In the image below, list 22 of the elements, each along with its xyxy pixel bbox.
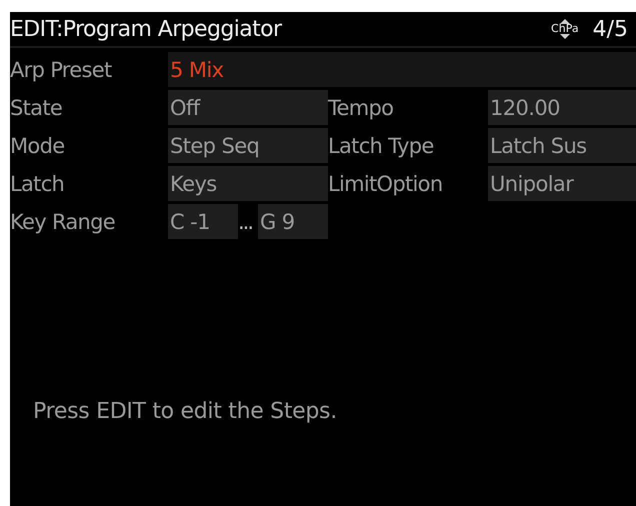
parameter-label: Latch Type [328, 132, 435, 160]
parameter-label: State [10, 94, 64, 122]
parameter-value[interactable]: Latch Sus [488, 128, 636, 163]
parameter-label: Mode [10, 132, 66, 160]
hint-text: Press EDIT to edit the Steps. [33, 399, 338, 424]
parameter-label: LimitOption [328, 170, 444, 198]
parameter-label: Tempo [328, 94, 394, 122]
page-nav-indicator: ChPa [551, 19, 579, 39]
parameter-value[interactable]: C -1 [168, 204, 238, 239]
parameter-value[interactable]: Keys [168, 166, 328, 201]
parameter-value[interactable]: 120.00 [488, 90, 636, 125]
page-number: 4/5 [592, 16, 628, 42]
screen-title: EDIT:Program Arpeggiator [10, 16, 283, 42]
parameter-value[interactable]: G 9 [258, 204, 328, 239]
preset-value[interactable]: 5 Mix [168, 52, 636, 87]
parameter-label: Latch [10, 170, 66, 198]
range-separator: ... [238, 208, 254, 236]
parameter-value[interactable]: Step Seq [168, 128, 328, 163]
parameter-value[interactable]: Unipolar [488, 166, 636, 201]
parameter-value[interactable]: Off [168, 90, 328, 125]
parameter-label: Key Range [10, 208, 116, 236]
parameter-label: Arp Preset [10, 56, 113, 84]
